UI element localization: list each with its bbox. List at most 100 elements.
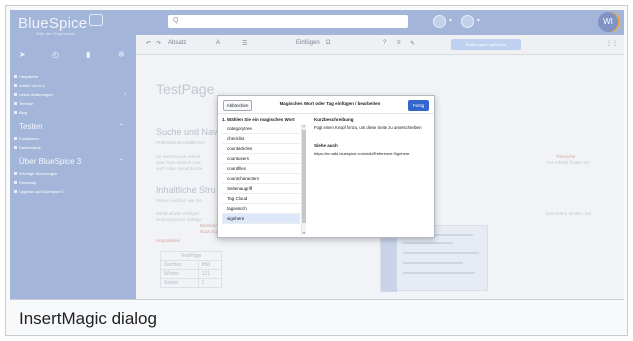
undo-icon[interactable]: ↶ xyxy=(146,40,151,47)
counts-table: TestPage Zeichen 856 Wörter 121 Seiten 1 xyxy=(160,251,223,288)
preview-line xyxy=(403,272,475,274)
list-item[interactable]: tagsearch xyxy=(222,204,300,214)
magic-word-column: 1. Wählen Sie ein magisches Wort categor… xyxy=(218,114,310,237)
table-row: Seiten 1 xyxy=(160,278,223,288)
notifications-icon[interactable] xyxy=(433,15,446,28)
history-icon[interactable]: ◴ xyxy=(52,50,59,59)
section-heading: Suche und Nav xyxy=(156,127,218,137)
scroll-up-icon[interactable]: ▲ xyxy=(302,124,306,128)
list-item[interactable]: countarticles xyxy=(222,144,300,154)
paragraph-line: Ans Inhalte finden Sie xyxy=(546,160,590,165)
description-title: Kurzbeschreibung xyxy=(314,117,354,122)
description-text: Fügt einen Knopf hinzu, um diese Seite z… xyxy=(314,125,422,130)
list-item[interactable]: Tag Cloud xyxy=(222,194,300,204)
list-item[interactable]: Seitenaugriff xyxy=(222,184,300,194)
dialog-title: Magisches Wort oder Tag einfügen / bearb… xyxy=(279,101,381,106)
chevron-down-icon[interactable]: ▾ xyxy=(449,17,452,24)
inline-link[interactable]: Tietsuche xyxy=(556,154,575,159)
list-item[interactable]: checklist xyxy=(222,134,300,144)
save-button[interactable]: Änderungen speichern xyxy=(451,39,521,50)
sidebar-item-articles[interactable]: Artikel von A-Z xyxy=(10,81,136,90)
inline-link[interactable]: Bluefade xyxy=(200,223,218,228)
sidebar-toolbar: ➤ ◴ ▮ ✲ xyxy=(10,50,136,66)
sidebar-item-blog[interactable]: Blog xyxy=(10,108,136,117)
paragraph-line: Mit Bluefade verfügen xyxy=(156,211,200,216)
paragraph-line: Wissen einfach wie die xyxy=(156,198,202,203)
table-row: Wörter 121 xyxy=(160,269,223,279)
preview-line xyxy=(403,242,453,244)
sidebar-section-about[interactable]: Über BlueSpice 3 ⌃ xyxy=(10,155,136,169)
dialog-header: Abbrechen Magisches Wort oder Tag einfüg… xyxy=(218,96,434,114)
table-row: Zeichen 856 xyxy=(160,260,223,270)
cancel-button[interactable]: Abbrechen xyxy=(223,100,252,111)
list-dropdown[interactable]: ☰ xyxy=(242,40,247,47)
see-also-link[interactable]: https://en.wiki.bluespice.com/wiki/Refer… xyxy=(314,151,409,156)
scrollbar-thumb[interactable] xyxy=(302,130,306,223)
preview-line xyxy=(403,262,463,264)
avatar[interactable]: WI xyxy=(598,12,618,32)
magic-word-list-title: 1. Wählen Sie ein magisches Wort xyxy=(222,117,295,122)
sidebar-item-functions[interactable]: Funktionen xyxy=(10,134,136,143)
file-icon[interactable]: ▮ xyxy=(86,50,90,59)
chevron-up-icon: ⌃ xyxy=(118,124,124,130)
sidebar-nav: Hauptseite Artikel von A-Z Letzte Änderu… xyxy=(10,72,136,196)
description-column: Kurzbeschreibung Fügt einen Knopf hinzu,… xyxy=(310,114,434,237)
sidebar-item-upgrade[interactable]: Upgrade auf BlueSpice 3 xyxy=(10,187,136,196)
figure-caption: InsertMagic dialog xyxy=(10,299,624,333)
special-char-icon[interactable]: Ω xyxy=(326,40,331,46)
edit-mode-icon[interactable]: ✎ xyxy=(410,40,415,47)
chevron-right-icon: › xyxy=(124,91,126,97)
section-heading: Inhaltliche Stru xyxy=(156,185,216,195)
counts-table-header: TestPage xyxy=(160,251,222,261)
redo-icon[interactable]: ↷ xyxy=(156,40,161,47)
sidebar-item-recent-changes[interactable]: Letzte Änderungen › xyxy=(10,90,136,99)
sidebar-item-dashboards[interactable]: Dashboards xyxy=(10,143,136,152)
sidebar-item-important-changes[interactable]: Wichtige Änderungen xyxy=(10,169,136,178)
menu-icon[interactable]: ≡ xyxy=(397,40,401,46)
list-item[interactable]: categorytree xyxy=(222,124,300,134)
text-style-dropdown[interactable]: A xyxy=(216,40,220,46)
list-item[interactable]: countusers xyxy=(222,154,300,164)
sidebar-item-roadmap[interactable]: Roadmap xyxy=(10,178,136,187)
list-scrollbar[interactable]: ▲ ▼ xyxy=(301,124,306,235)
paragraph-line: Se suchssunse Artikel xyxy=(156,154,201,159)
magic-word-list[interactable]: categorytree checklist countarticles cou… xyxy=(222,124,300,235)
figure-frame: BlueSpice Wiki der Gegenwart ➤ ◴ ▮ ✲ Hau… xyxy=(5,5,628,336)
sidebar-section-test[interactable]: Testen ⌃ xyxy=(10,120,136,134)
main-article-link[interactable]: Hauptartikel xyxy=(156,238,180,243)
done-button[interactable]: Fertig xyxy=(408,100,429,111)
list-item-selected[interactable]: signhere xyxy=(222,214,300,224)
chevron-up-icon: ⌃ xyxy=(118,159,124,165)
help-icon[interactable]: ? xyxy=(383,40,386,46)
search-icon: Q xyxy=(173,17,179,24)
paragraph-line: Nutzungsarten Vorlage xyxy=(156,217,202,222)
list-item[interactable]: countcharacters xyxy=(222,174,300,184)
page-title: TestPage xyxy=(156,81,215,97)
screenshot: BlueSpice Wiki der Gegenwart ➤ ◴ ▮ ✲ Hau… xyxy=(10,10,624,299)
logo[interactable]: BlueSpice Wiki der Gegenwart xyxy=(18,15,87,36)
top-bar: Q ▾ ▾ WI xyxy=(136,10,624,35)
logo-badge-icon xyxy=(89,14,103,26)
paragraph-line: besondere Inhalte und xyxy=(546,211,591,216)
paragraph-line: Prüfmassnal Inhaltlichen xyxy=(156,140,206,145)
insert-magic-dialog: Abbrechen Magisches Wort oder Tag einfüg… xyxy=(217,95,435,238)
sidebar: BlueSpice Wiki der Gegenwart ➤ ◴ ▮ ✲ Hau… xyxy=(10,10,136,299)
sidebar-item-main-page[interactable]: Hauptseite xyxy=(10,72,136,81)
add-icon[interactable] xyxy=(461,15,474,28)
gear-icon[interactable]: ✲ xyxy=(118,50,125,59)
paragraph-line: auch über semantische xyxy=(156,166,203,171)
send-icon[interactable]: ➤ xyxy=(19,50,26,59)
scroll-down-icon[interactable]: ▼ xyxy=(302,231,306,235)
insert-dropdown[interactable]: Einfügen xyxy=(296,40,320,46)
preview-line xyxy=(403,252,479,254)
sidebar-item-events[interactable]: Termine xyxy=(10,99,136,108)
editor-toolbar: ↶ ↷ Absatz A ☰ Einfügen Ω ? ≡ ✎ Änderung… xyxy=(136,35,624,55)
logo-text: BlueSpice xyxy=(18,15,88,32)
paragraph-dropdown[interactable]: Absatz xyxy=(168,40,186,46)
paragraph-line: eine Todo-Search Das xyxy=(156,160,201,165)
search-input[interactable]: Q xyxy=(168,15,408,28)
list-item[interactable]: countfiles xyxy=(222,164,300,174)
chevron-down-icon[interactable]: ▾ xyxy=(477,17,480,24)
grid-icon[interactable]: ⋮⋮ xyxy=(606,40,618,47)
see-also-title: Siehe auch xyxy=(314,143,338,148)
